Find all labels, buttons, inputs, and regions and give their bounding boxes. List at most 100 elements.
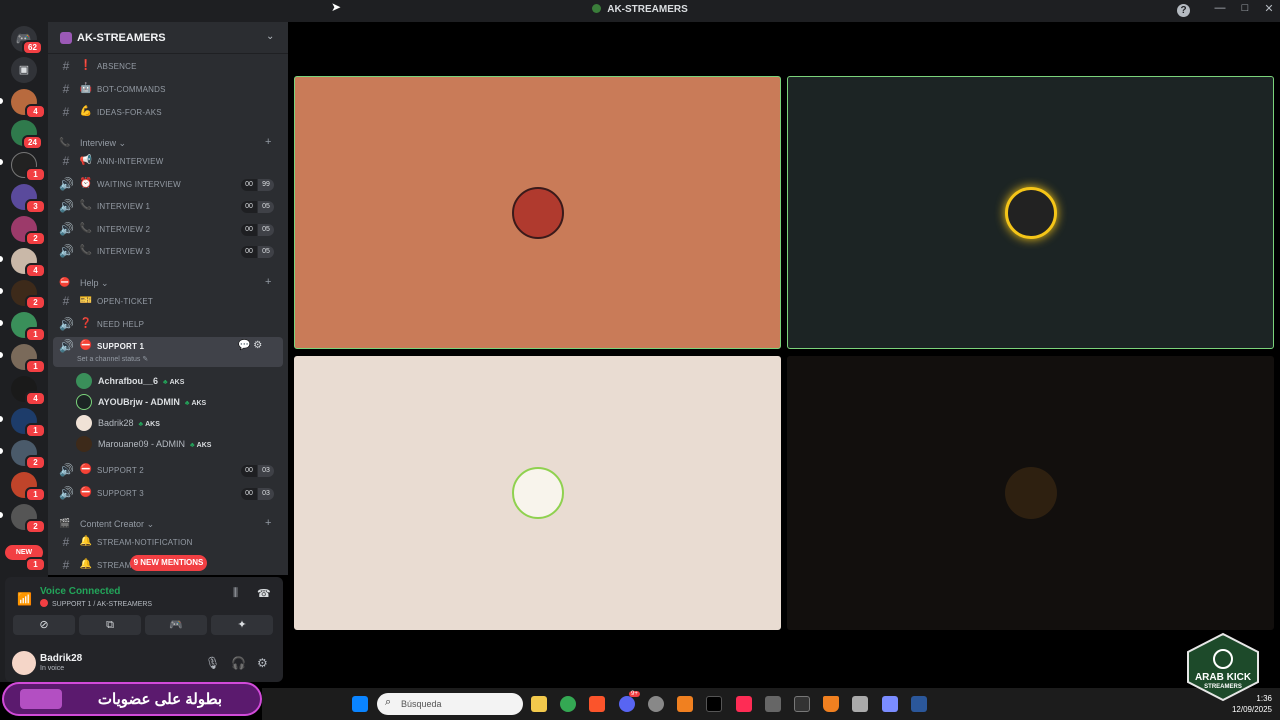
category-label: Content Creator <box>80 519 145 529</box>
disconnect-icon[interactable]: ☎ <box>257 587 271 600</box>
add-channel-button[interactable]: + <box>265 136 271 148</box>
user-limit: 05 <box>258 201 274 213</box>
server-boost-icon <box>60 32 72 44</box>
file-explorer-icon[interactable] <box>531 696 547 712</box>
channel-bot-commands[interactable]: # 🤖 BOT-COMMANDS <box>53 80 283 100</box>
video-tile[interactable] <box>787 356 1274 630</box>
voice-member[interactable]: Marouane09 - ADMIN ♣ AKS <box>76 435 276 453</box>
server-badge: 1 <box>25 167 46 182</box>
word-icon[interactable] <box>911 696 927 712</box>
member-name: AYOUBrjw - ADMIN <box>98 397 180 407</box>
channel-emoji: 🎫 <box>79 295 93 306</box>
server-badge: 24 <box>22 135 43 150</box>
camera-off-button[interactable]: ⊘ <box>13 615 75 635</box>
channel-emoji: 📞 <box>79 223 93 234</box>
soundboard-button[interactable]: ✦ <box>211 615 273 635</box>
discord-badge: 9+ <box>629 691 640 697</box>
channel-label: BOT-COMMANDS <box>97 85 166 94</box>
app-icon[interactable] <box>765 696 781 712</box>
screen-share-button[interactable]: ⧉ <box>79 615 141 635</box>
user-limit: 03 <box>258 465 274 477</box>
signal-icon[interactable]: 📶 <box>17 592 32 606</box>
voice-member[interactable]: Achrafbou__6 ♣ AKS <box>76 372 276 390</box>
voice-channel-support-2[interactable]: 🔊 ⛔ SUPPORT 2 00 03 <box>53 461 283 481</box>
microphone-icon[interactable]: 🎙 <box>205 656 220 670</box>
app-icon[interactable] <box>882 696 898 712</box>
voice-status: Voice Connected <box>40 586 121 597</box>
user-count: 00 <box>241 201 257 213</box>
tiktok-studio-icon[interactable] <box>736 696 752 712</box>
video-tile[interactable] <box>294 356 781 630</box>
voice-channel-waiting-interview[interactable]: 🔊 ⏰ WAITING INTERVIEW 00 99 <box>53 175 283 195</box>
maximize-button[interactable]: □ <box>1235 2 1255 14</box>
server-header[interactable]: AK-STREAMERS ⌄ <box>48 22 288 54</box>
channel-open-ticket[interactable]: # 🎫 OPEN-TICKET <box>53 292 283 312</box>
server-badge: 3 <box>25 199 46 214</box>
new-mentions-pill[interactable]: 9 NEW MENTIONS <box>130 555 207 571</box>
channel-absence[interactable]: # ❗ ABSENCE <box>53 57 283 77</box>
app-icon[interactable] <box>852 696 868 712</box>
inbox-icon[interactable]: ▣ <box>11 57 37 83</box>
voice-channel-interview-1[interactable]: 🔊 📞 INTERVIEW 1 00 05 <box>53 197 283 217</box>
channel-label: ABSENCE <box>97 62 137 71</box>
voice-member[interactable]: AYOUBrjw - ADMIN ♣ AKS <box>76 393 276 411</box>
headphones-icon[interactable]: 🎧 <box>231 656 246 670</box>
noise-suppression-icon[interactable]: ⫼ <box>233 587 238 600</box>
add-channel-button[interactable]: + <box>265 276 271 288</box>
taskbar-search[interactable]: ⌕ Búsqueda <box>377 693 523 715</box>
app-icon[interactable] <box>648 696 664 712</box>
app-icon[interactable] <box>677 696 693 712</box>
category-content-creator[interactable]: 🎬 Content Creator ⌄ + <box>56 517 281 531</box>
channel-emoji: ⏰ <box>79 178 93 189</box>
vlc-icon[interactable] <box>823 696 839 712</box>
chrome-icon[interactable] <box>560 696 576 712</box>
promo-banner[interactable]: بطولة على عضويات <box>2 682 262 716</box>
channel-emoji: 🔔 <box>79 536 93 547</box>
voice-channel-interview-2[interactable]: 🔊 📞 INTERVIEW 2 00 05 <box>53 220 283 240</box>
voice-channel-interview-3[interactable]: 🔊 📞 INTERVIEW 3 00 05 <box>53 242 283 262</box>
windows-start-icon[interactable] <box>352 696 368 712</box>
channel-ann-interview[interactable]: # 📢 ANN-INTERVIEW <box>53 152 283 172</box>
close-button[interactable]: ✕ <box>1259 2 1279 15</box>
mouse-cursor-icon: ➤ <box>331 0 342 14</box>
add-channel-button[interactable]: + <box>265 517 271 529</box>
member-name: Badrik28 <box>98 418 134 428</box>
server-badge: 2 <box>25 231 46 246</box>
voice-channel-need-help[interactable]: 🔊 ❓ NEED HELP <box>53 315 283 335</box>
terminal-icon[interactable] <box>794 696 810 712</box>
activities-button[interactable]: 🎮 <box>145 615 207 635</box>
channel-ideas-for-aks[interactable]: # 💪 IDEAS-FOR-AKS <box>53 103 283 123</box>
server-badge: 1 <box>25 423 46 438</box>
gear-icon[interactable]: ⚙ <box>257 656 268 670</box>
channel-emoji: 📞 <box>79 245 93 256</box>
speaker-icon: 🔊 <box>59 244 74 258</box>
brave-icon[interactable] <box>589 696 605 712</box>
channel-stream-notification[interactable]: # 🔔 STREAM-NOTIFICATION <box>53 533 283 553</box>
help-button[interactable]: ? <box>1177 4 1190 17</box>
voice-member[interactable]: Badrik28 ♣ AKS <box>76 414 276 432</box>
discord-icon[interactable] <box>619 696 635 712</box>
user-count: 00 <box>241 488 257 500</box>
avatar[interactable] <box>12 651 36 675</box>
voice-channel-support-1[interactable]: 🔊 ⛔ SUPPORT 1 Set a channel status ✎ 💬 ⚙ <box>53 337 283 367</box>
hash-icon: # <box>62 535 70 549</box>
avatar <box>512 467 564 519</box>
hash-icon: # <box>62 154 70 168</box>
minimize-button[interactable]: — <box>1210 2 1230 14</box>
server-badge: 2 <box>25 295 46 310</box>
category-help[interactable]: ⛔ Help ⌄ + <box>56 276 281 290</box>
channel-emoji: ❓ <box>79 318 93 329</box>
member-tag: ♣ AKS <box>163 379 185 386</box>
category-label: Help <box>80 278 99 288</box>
chat-and-settings-icons[interactable]: 💬 ⚙ <box>238 340 262 351</box>
channel-status[interactable]: Set a channel status ✎ <box>77 355 148 363</box>
category-interview[interactable]: 📞 Interview ⌄ + <box>56 136 281 150</box>
tiktok-icon[interactable] <box>706 696 722 712</box>
logo-badge-icon <box>1187 632 1259 702</box>
hash-icon: # <box>62 294 70 308</box>
server-badge: 1 <box>25 359 46 374</box>
voice-channel-support-3[interactable]: 🔊 ⛔ SUPPORT 3 00 03 <box>53 484 283 504</box>
channel-sidebar: AK-STREAMERS ⌄ # ❗ ABSENCE # 🤖 BOT-COMMA… <box>48 22 288 575</box>
video-tile[interactable] <box>787 76 1274 349</box>
video-tile[interactable] <box>294 76 781 349</box>
